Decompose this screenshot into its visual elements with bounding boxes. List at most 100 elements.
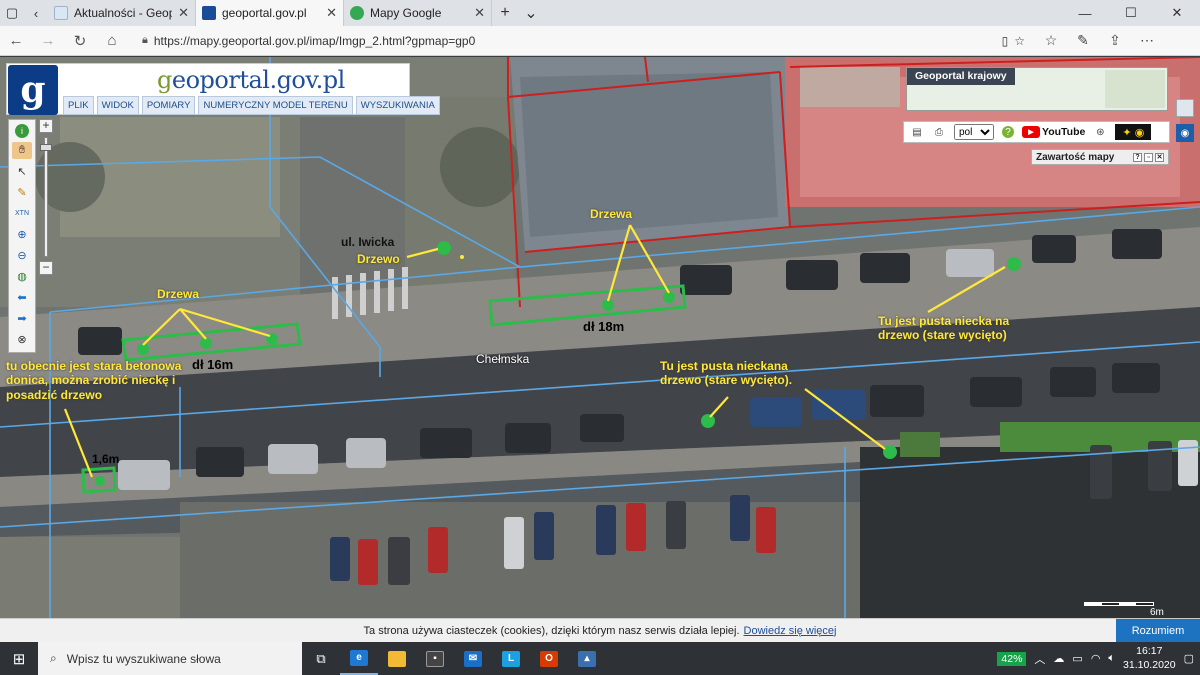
menu-wyszukiwania[interactable]: WYSZUKIWANIA <box>355 96 440 115</box>
geoportal-wordmark: geoportal.gov.pl <box>157 66 345 94</box>
side-panel-tab[interactable] <box>1176 99 1194 117</box>
document-icon[interactable]: ▤ <box>910 125 924 139</box>
back-icon[interactable]: ← <box>0 32 32 49</box>
map-canvas[interactable]: g geoportal.gov.pl PLIK WIDOK POMIARY NU… <box>0 57 1200 642</box>
youtube-link[interactable]: ▶ YouTube <box>1022 126 1085 138</box>
pen-icon[interactable]: ✎ <box>1067 32 1099 49</box>
previous-view-icon[interactable]: ⬅ <box>12 289 32 306</box>
label-drzewa-left: Drzewa <box>157 287 200 301</box>
photos-icon[interactable]: ▴ <box>568 642 606 675</box>
geoportal-header: g geoportal.gov.pl PLIK WIDOK POMIARY NU… <box>6 63 440 115</box>
windows-start-icon[interactable]: ⊞ <box>0 642 38 675</box>
wifi-icon[interactable]: ◠ <box>1091 652 1101 665</box>
battery-indicator[interactable]: 42% <box>997 651 1027 666</box>
close-tab-icon[interactable]: ✕ <box>326 5 337 21</box>
cookie-more-link[interactable]: Dowiedz się więcej <box>744 625 837 637</box>
panel-close-icon[interactable]: ✕ <box>1155 152 1164 162</box>
map-contents-panel[interactable]: Zawartość mapy ? ▫ ✕ <box>1031 149 1169 165</box>
tab-favicon-icon <box>350 6 364 20</box>
overview-thumbnail[interactable] <box>1105 70 1165 108</box>
cookie-accept-button[interactable]: Rozumiem <box>1116 619 1200 643</box>
menu-nmt[interactable]: NUMERYCZNY MODEL TERENU <box>198 96 353 115</box>
youtube-play-icon: ▶ <box>1022 126 1040 138</box>
geoportal-logo-icon[interactable]: g <box>8 65 58 115</box>
info-icon[interactable]: i <box>15 124 29 138</box>
menu-pomiary[interactable]: POMIARY <box>141 96 196 115</box>
panel-restore-icon[interactable]: ▫ <box>1144 152 1153 162</box>
tab-actions-icon[interactable]: ▢ <box>0 0 24 26</box>
reading-view-icon[interactable]: ▯ <box>1002 34 1009 48</box>
label-dl-18: dł 18m <box>583 319 625 334</box>
clock-date: 31.10.2020 <box>1123 658 1176 671</box>
overview-title: Geoportal krajowy <box>907 68 1015 85</box>
language-select[interactable]: pol <box>954 124 994 140</box>
more-icon[interactable]: ⋯ <box>1131 32 1163 49</box>
zoom-thumb[interactable] <box>40 144 52 151</box>
select-arrow-icon[interactable]: ↖ <box>12 163 32 180</box>
tab-favicon-icon <box>202 6 216 20</box>
menu-widok[interactable]: WIDOK <box>96 96 139 115</box>
taskbar-search-placeholder: Wpisz tu wyszukiwane słowa <box>66 651 221 666</box>
pan-hand-icon[interactable]: ✋︎ <box>12 142 32 159</box>
cookie-text: Ta strona używa ciasteczek (cookies), dz… <box>363 624 740 637</box>
file-explorer-icon[interactable] <box>378 642 416 675</box>
zoom-minus-button[interactable]: − <box>39 261 53 275</box>
task-view-icon[interactable]: ⧉ <box>302 642 340 675</box>
pencil-icon[interactable]: ✎ <box>12 184 32 201</box>
office-icon[interactable]: O <box>530 642 568 675</box>
print-icon[interactable]: ⎙ <box>932 125 946 139</box>
close-window-icon[interactable]: ✕ <box>1154 0 1200 26</box>
aerial-image <box>0 57 1200 642</box>
minimize-icon[interactable]: — <box>1062 0 1108 26</box>
view-eye-icon[interactable]: ◉ <box>1176 124 1194 142</box>
globe-icon[interactable]: ◍ <box>12 268 32 285</box>
taskbar-search[interactable]: ⌕ Wpisz tu wyszukiwane słowa <box>38 642 302 675</box>
notifications-icon[interactable]: ▢ <box>1184 652 1194 665</box>
accessibility-icon[interactable]: ⊛ <box>1093 125 1107 139</box>
zoom-out-icon[interactable]: ⊖ <box>12 247 32 264</box>
zoom-slider[interactable]: + − <box>39 119 53 275</box>
scale-bar-graphic <box>1084 602 1154 606</box>
panel-help-icon[interactable]: ? <box>1133 152 1142 162</box>
zoom-plus-button[interactable]: + <box>39 119 53 133</box>
cloud-icon[interactable]: ☁ <box>1053 652 1064 665</box>
scale-icon[interactable]: XTN <box>12 205 32 222</box>
store-icon[interactable]: ▪ <box>416 642 454 675</box>
refresh-icon[interactable]: ↻ <box>64 32 96 50</box>
browser-tools: ☆ ✎ ⇪ ⋯ <box>1035 32 1163 49</box>
close-tab-icon[interactable]: ✕ <box>474 5 485 21</box>
tab-aktualnosci[interactable]: Aktualności - Geoportal Kra ✕ <box>48 0 196 26</box>
battery-icon[interactable]: ▭ <box>1072 652 1082 665</box>
tab-back-icon[interactable]: ‹ <box>24 0 48 26</box>
tab-strip: ▢ ‹ Aktualności - Geoportal Kra ✕ geopor… <box>0 0 1200 26</box>
app-l-icon[interactable]: L <box>492 642 530 675</box>
forward-icon[interactable]: → <box>32 32 64 49</box>
home-icon[interactable]: ⌂ <box>96 32 128 49</box>
maximize-icon[interactable]: ☐ <box>1108 0 1154 26</box>
overview-map[interactable]: Geoportal krajowy <box>906 67 1168 111</box>
favorite-star-icon[interactable]: ☆ <box>1014 34 1025 48</box>
label-drzewa-top: Drzewa <box>590 207 633 221</box>
mail-icon[interactable]: ✉ <box>454 642 492 675</box>
favorites-bar-icon[interactable]: ☆ <box>1035 32 1067 49</box>
label-niecka-middle: Tu jest pusta nieckana drzewo (stare wyc… <box>660 359 793 388</box>
zoom-in-icon[interactable]: ⊕ <box>12 226 32 243</box>
help-icon[interactable]: ? <box>1002 126 1014 138</box>
tab-list-chevron-icon[interactable]: ⌄ <box>518 0 544 26</box>
next-view-icon[interactable]: ➡ <box>12 310 32 327</box>
volume-icon[interactable]: 🔈︎ <box>1108 652 1115 665</box>
contrast-eye-icon[interactable]: ✦ ◉ <box>1115 124 1152 140</box>
menu-plik[interactable]: PLIK <box>63 96 94 115</box>
close-tab-icon[interactable]: ✕ <box>178 5 189 21</box>
clock[interactable]: 16:17 31.10.2020 <box>1123 645 1176 671</box>
tab-mapy-google[interactable]: Mapy Google ✕ <box>344 0 492 26</box>
label-width-16: 1,6m <box>92 452 120 466</box>
tab-geoportal[interactable]: geoportal.gov.pl ✕ <box>196 0 344 26</box>
zoom-track[interactable] <box>40 137 52 257</box>
new-tab-button[interactable]: + <box>492 0 518 26</box>
share-icon[interactable]: ⇪ <box>1099 32 1131 49</box>
url-field[interactable]: 🔒︎ https://mapy.geoportal.gov.pl/imap/Im… <box>136 30 1031 52</box>
crosshair-icon[interactable]: ⊗ <box>12 331 32 348</box>
tray-chevron-icon[interactable]: ︿ <box>1034 651 1045 667</box>
edge-browser-icon[interactable]: e <box>340 642 378 675</box>
